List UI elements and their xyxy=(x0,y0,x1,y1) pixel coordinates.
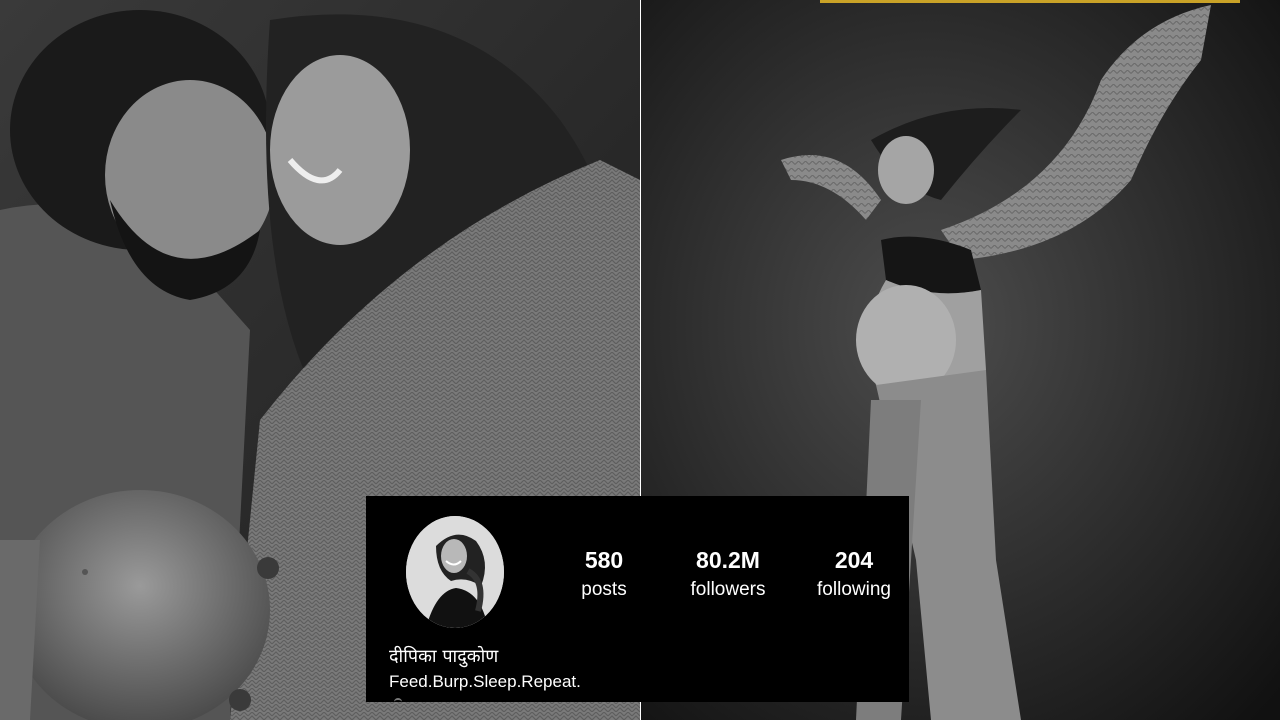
posts-label: posts xyxy=(581,579,627,600)
bio-overflow-indicator xyxy=(394,698,402,704)
profile-name: दीपिका पादुकोण xyxy=(389,646,499,667)
followers-count: 80.2M xyxy=(696,547,760,573)
profile-card: 580 posts 80.2M followers 204 following … xyxy=(366,496,909,702)
top-accent-bar xyxy=(820,0,1240,3)
followers-stat[interactable]: 80.2M followers xyxy=(678,546,778,602)
posts-stat[interactable]: 580 posts xyxy=(566,546,642,602)
avatar[interactable] xyxy=(406,516,504,628)
following-count: 204 xyxy=(834,547,874,573)
following-stat[interactable]: 204 following xyxy=(806,546,902,602)
profile-bio: Feed.Burp.Sleep.Repeat. xyxy=(389,672,581,691)
followers-label: followers xyxy=(690,579,766,600)
posts-count: 580 xyxy=(584,547,624,573)
following-label: following xyxy=(817,579,891,600)
